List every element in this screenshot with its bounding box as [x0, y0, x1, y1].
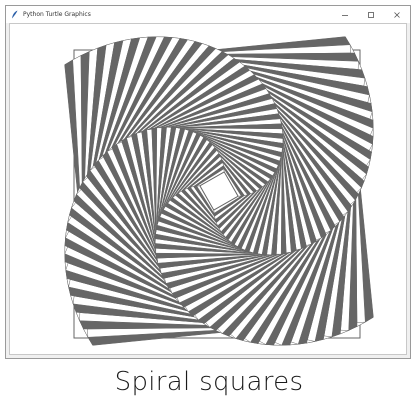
- title-bar[interactable]: Python Turtle Graphics: [6, 6, 410, 23]
- close-button[interactable]: [384, 6, 410, 23]
- turtle-window: Python Turtle Graphics: [5, 5, 411, 359]
- minimize-button[interactable]: [332, 6, 358, 23]
- turtle-canvas[interactable]: [9, 23, 407, 355]
- maximize-button[interactable]: [358, 6, 384, 23]
- figure-caption: Spiral squares: [114, 367, 304, 397]
- maximize-icon: [368, 11, 374, 18]
- spiral-squares-drawing: [64, 36, 374, 346]
- feather-icon: [11, 10, 19, 19]
- window-controls: [332, 6, 410, 23]
- minimize-icon: [342, 14, 348, 16]
- window-title: Python Turtle Graphics: [23, 11, 91, 18]
- close-icon: [394, 11, 400, 18]
